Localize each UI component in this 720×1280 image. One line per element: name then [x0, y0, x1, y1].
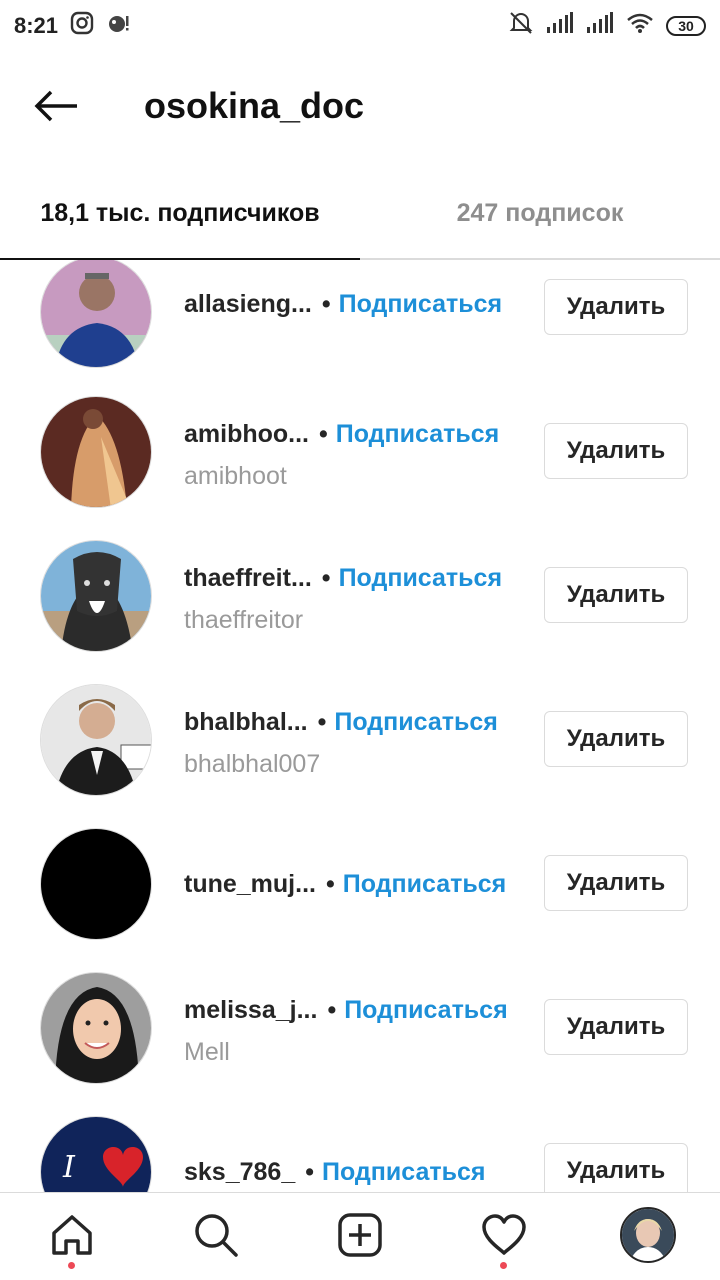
home-icon	[52, 1215, 92, 1255]
back-arrow-icon	[34, 90, 77, 122]
list-item[interactable]: bhalbhal... • Подписаться bhalbhal007 Уд…	[0, 684, 720, 828]
separator-dot: •	[319, 419, 328, 448]
tab-following[interactable]: 247 подписок	[360, 168, 720, 258]
activity-heart-icon	[482, 1214, 526, 1255]
follower-names: allasieng... • Подписаться	[184, 286, 524, 322]
separator-dot: •	[305, 1157, 314, 1186]
battery-indicator: 30	[666, 16, 706, 36]
follower-names: tune_muj... • Подписаться	[184, 866, 524, 902]
avatar[interactable]	[40, 684, 152, 796]
separator-dot: •	[321, 289, 331, 318]
notification-dot	[68, 1262, 75, 1269]
search-icon	[195, 1214, 238, 1257]
follow-button[interactable]: Подписаться	[339, 290, 502, 319]
avatar[interactable]	[40, 396, 152, 508]
full-name: Mell	[184, 1038, 230, 1066]
separator-dot: •	[321, 563, 331, 592]
username[interactable]: tune_muj...	[184, 870, 316, 899]
follower-names: bhalbhal... • Подписаться bhalbhal007	[184, 704, 524, 780]
follow-button[interactable]: Подписаться	[344, 996, 507, 1025]
follow-button[interactable]: Подписаться	[339, 564, 502, 593]
remove-button[interactable]: Удалить	[544, 999, 688, 1055]
full-name: bhalbhal007	[184, 750, 321, 778]
remove-button[interactable]: Удалить	[544, 423, 688, 479]
followers-list[interactable]: allasieng... • Подписаться Удалить amibh…	[0, 260, 720, 1192]
wifi-icon	[626, 12, 654, 40]
separator-dot: •	[325, 869, 335, 898]
avatar[interactable]: I	[40, 1116, 152, 1192]
new-post-icon	[338, 1213, 382, 1257]
remove-button[interactable]: Удалить	[544, 1143, 688, 1192]
list-item[interactable]: amibhoo... • Подписаться amibhoot Удалит…	[0, 396, 720, 540]
back-button[interactable]	[30, 84, 82, 128]
full-name: amibhoot	[184, 462, 287, 490]
tab-followers[interactable]: 18,1 тыс. подписчиков	[0, 168, 360, 260]
avatar[interactable]	[40, 260, 152, 368]
follow-button[interactable]: Подписаться	[336, 420, 499, 449]
bottom-nav	[0, 1192, 720, 1280]
signal-icon	[546, 12, 574, 40]
list-item[interactable]: tune_muj... • Подписаться Удалить	[0, 828, 720, 972]
follower-names: amibhoo... • Подписаться amibhoot	[184, 416, 524, 492]
profile-header: osokina_doc	[0, 60, 720, 152]
status-bar: 8:21 30	[0, 0, 720, 52]
list-item[interactable]: allasieng... • Подписаться Удалить	[0, 260, 720, 400]
follow-button[interactable]: Подписаться	[334, 708, 497, 737]
remove-button[interactable]: Удалить	[544, 711, 688, 767]
avatar[interactable]	[40, 972, 152, 1084]
remove-button[interactable]: Удалить	[544, 567, 688, 623]
follower-names: sks_786_ • Подписаться	[184, 1154, 524, 1190]
avatar[interactable]	[40, 828, 152, 940]
follower-names: melissa_j... • Подписаться Mell	[184, 992, 524, 1068]
svg-text:I: I	[62, 1150, 76, 1185]
follow-button[interactable]: Подписаться	[343, 870, 506, 899]
username[interactable]: allasieng...	[184, 290, 312, 319]
bell-muted-icon	[508, 10, 534, 42]
nav-new-post[interactable]	[332, 1207, 388, 1263]
username[interactable]: melissa_j...	[184, 996, 317, 1025]
avatar[interactable]	[40, 540, 152, 652]
notification-dot	[500, 1262, 507, 1269]
remove-button[interactable]: Удалить	[544, 279, 688, 335]
nav-search[interactable]	[188, 1207, 244, 1263]
app-notification-icon	[106, 11, 132, 41]
username[interactable]: sks_786_	[184, 1158, 295, 1187]
nav-activity[interactable]	[476, 1207, 532, 1269]
list-item[interactable]: melissa_j... • Подписаться Mell Удалить	[0, 972, 720, 1116]
nav-profile[interactable]	[620, 1207, 676, 1263]
username[interactable]: amibhoo...	[184, 420, 309, 449]
status-left: 8:21	[14, 11, 132, 41]
status-right: 30	[508, 10, 706, 42]
follower-names: thaeffreit... • Подписаться thaeffreitor	[184, 560, 524, 636]
username[interactable]: bhalbhal...	[184, 708, 308, 737]
list-item[interactable]: thaeffreit... • Подписаться thaeffreitor…	[0, 540, 720, 684]
follow-button[interactable]: Подписаться	[322, 1158, 485, 1187]
separator-dot: •	[327, 995, 337, 1024]
list-item[interactable]: I sks_786_ • Подписаться Удалить	[0, 1116, 720, 1192]
remove-button[interactable]: Удалить	[544, 855, 688, 911]
full-name: thaeffreitor	[184, 606, 304, 634]
profile-avatar	[620, 1207, 676, 1263]
nav-home[interactable]	[44, 1207, 100, 1269]
follow-tabs: 18,1 тыс. подписчиков 247 подписок	[0, 168, 720, 260]
instagram-notification-icon	[70, 11, 94, 41]
separator-dot: •	[317, 707, 327, 736]
page-title: osokina_doc	[144, 85, 365, 126]
status-time: 8:21	[14, 13, 59, 38]
username[interactable]: thaeffreit...	[184, 564, 312, 593]
signal-icon-2	[586, 12, 614, 40]
